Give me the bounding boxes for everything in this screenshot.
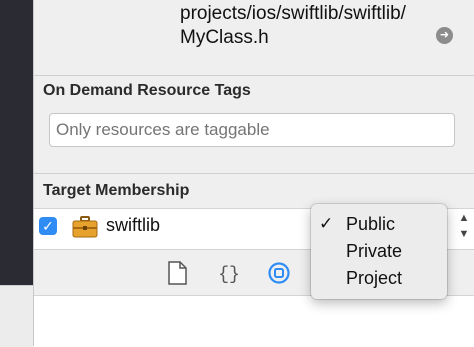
file-path-line-2: MyClass.h (180, 27, 269, 48)
menu-item-public[interactable]: ✓ Public (311, 212, 447, 239)
visibility-stepper[interactable]: ▲ ▼ (457, 213, 471, 243)
menu-item-label: Project (346, 268, 403, 288)
menu-item-label: Public (346, 214, 396, 234)
arrow-right-circle-icon[interactable]: ➜ (436, 27, 453, 44)
file-icon[interactable] (166, 261, 188, 285)
menu-item-label: Private (346, 241, 403, 261)
file-full-path: projects/ios/swiftlib/swiftlib/ MyClass.… (180, 2, 406, 50)
braces-icon[interactable]: {} (218, 261, 240, 285)
inspector-empty-area (34, 295, 474, 347)
menu-item-project[interactable]: Project (311, 266, 447, 293)
chevron-down-icon: ▼ (458, 228, 470, 240)
divider (34, 75, 474, 76)
divider (34, 173, 474, 174)
editor-lower-panel (0, 285, 33, 347)
target-circle-icon[interactable] (268, 261, 290, 285)
chevron-up-icon: ▲ (458, 212, 470, 224)
resource-tags-field[interactable] (49, 113, 455, 147)
target-membership-title: Target Membership (43, 182, 190, 199)
on-demand-tags-title: On Demand Resource Tags (43, 82, 251, 99)
toolbox-icon (72, 216, 98, 238)
editor-strip (0, 0, 33, 347)
visibility-menu: ✓ Public Private Project (311, 204, 447, 299)
menu-item-private[interactable]: Private (311, 239, 447, 266)
target-checkbox[interactable]: ✓ (39, 217, 57, 235)
target-name: swiftlib (106, 215, 161, 235)
svg-text:{}: {} (218, 265, 240, 285)
file-path-line-1: projects/ios/swiftlib/swiftlib/ (180, 3, 406, 24)
checkmark-icon: ✓ (319, 214, 334, 233)
